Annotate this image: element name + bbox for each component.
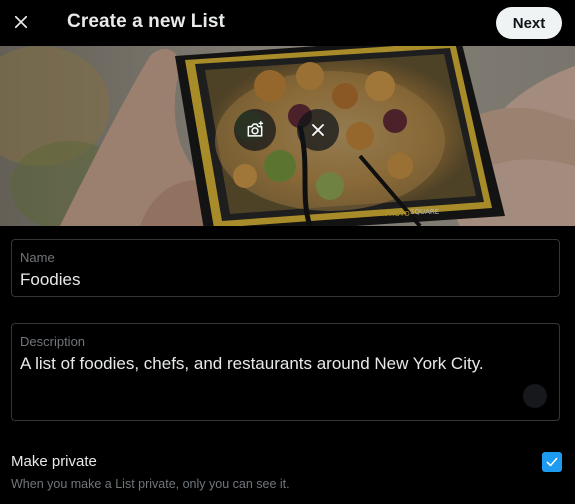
name-input[interactable]: Foodies <box>20 270 80 290</box>
description-field-label: Description <box>20 334 86 349</box>
description-input[interactable]: A list of foodies, chefs, and restaurant… <box>20 354 484 374</box>
modal-title: Create a new List <box>67 11 225 32</box>
list-banner-image: PHOTO SQUARE <box>0 46 575 226</box>
close-button[interactable] <box>6 7 36 37</box>
make-private-help-text: When you make a List private, only you c… <box>11 477 290 491</box>
name-field-label: Name <box>20 250 55 265</box>
description-field[interactable]: Description A list of foodies, chefs, an… <box>11 323 560 421</box>
checkmark-icon <box>546 457 558 467</box>
remove-banner-photo-button[interactable] <box>297 109 339 151</box>
close-icon <box>312 124 324 136</box>
banner-overlay <box>0 46 575 226</box>
modal-header: Create a new List Next <box>0 0 575 46</box>
make-private-checkbox[interactable] <box>542 452 562 472</box>
make-private-label: Make private <box>11 453 97 470</box>
add-photo-icon <box>247 121 264 137</box>
next-button[interactable]: Next <box>496 7 562 39</box>
close-icon <box>14 15 28 29</box>
character-count-ring <box>523 384 547 408</box>
add-banner-photo-button[interactable] <box>234 109 276 151</box>
name-field[interactable]: Name Foodies <box>11 239 560 297</box>
